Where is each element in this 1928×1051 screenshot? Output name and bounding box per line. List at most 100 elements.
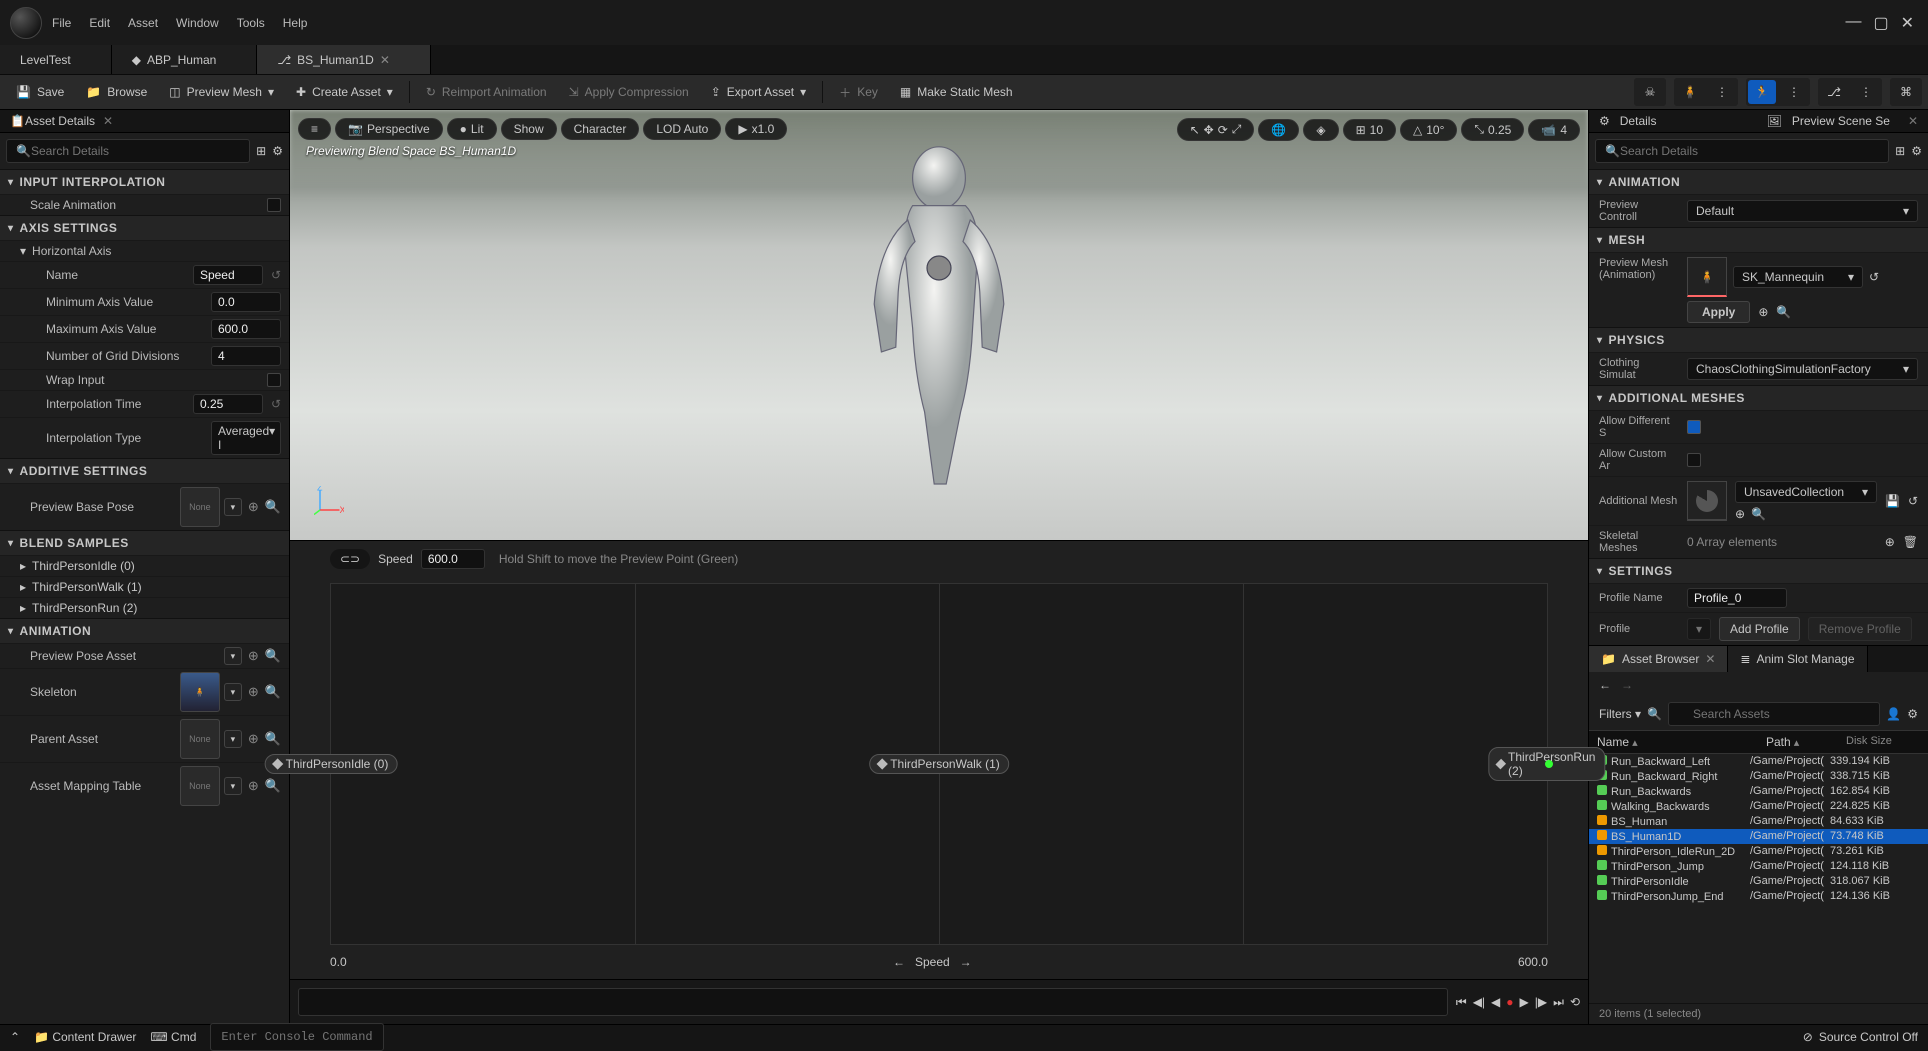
reimport-button[interactable]: ↻Reimport Animation xyxy=(416,81,557,103)
section-input-interpolation[interactable]: ▾INPUT INTERPOLATION xyxy=(0,169,289,194)
tab-details[interactable]: Details xyxy=(1620,114,1657,128)
search-details-input[interactable] xyxy=(6,139,250,163)
close-icon[interactable]: ✕ xyxy=(1901,13,1914,33)
col-size[interactable]: Disk Size xyxy=(1838,731,1928,753)
source-control-button[interactable]: Source Control Off xyxy=(1819,1030,1918,1044)
content-drawer-button[interactable]: 📁 Content Drawer xyxy=(34,1030,136,1044)
menu-tools[interactable]: Tools xyxy=(237,16,265,30)
reset-icon[interactable]: ↺ xyxy=(271,397,281,411)
dropdown-icon[interactable]: ⋮ xyxy=(1708,80,1736,104)
reset-icon[interactable]: ↺ xyxy=(1869,270,1879,284)
rotation-snap[interactable]: △10° xyxy=(1400,119,1457,141)
console-input[interactable] xyxy=(210,1023,384,1051)
gear-icon[interactable]: ⚙ xyxy=(272,144,283,158)
browse-to-icon[interactable]: 🔍 xyxy=(265,648,281,664)
playback-speed-dropdown[interactable]: ▶x1.0 xyxy=(725,118,787,140)
maximize-icon[interactable]: ▢ xyxy=(1873,13,1888,33)
blend-point-0[interactable]: ThirdPersonIdle (0) xyxy=(265,754,398,774)
asset-thumbnail[interactable]: None xyxy=(180,766,220,806)
asset-row[interactable]: ThirdPerson_Jump/Game/Project(124.118 Ki… xyxy=(1589,859,1928,874)
speed-input[interactable] xyxy=(421,549,485,569)
gear-icon[interactable]: ⚙ xyxy=(1907,707,1918,721)
asset-table-body[interactable]: Run_Backward_Left/Game/Project(339.194 K… xyxy=(1589,754,1928,1003)
asset-picker-dropdown[interactable]: ▾ xyxy=(224,498,242,516)
mesh-thumbnail[interactable] xyxy=(1687,481,1727,521)
browse-to-icon[interactable]: 🔍 xyxy=(265,731,281,747)
search-assets-input[interactable] xyxy=(1668,702,1880,726)
browse-to-icon[interactable]: 🔍 xyxy=(265,499,281,515)
snap-toggle[interactable]: ◈ xyxy=(1303,119,1338,141)
preview-mesh-button[interactable]: ◫Preview Mesh▾ xyxy=(159,81,284,103)
blend-sample-0[interactable]: ▸ThirdPersonIdle (0) xyxy=(0,555,289,576)
play-reverse-icon[interactable]: ◀ xyxy=(1491,995,1500,1009)
view-options-icon[interactable]: ⊞ xyxy=(1895,144,1905,158)
character-dropdown[interactable]: Character xyxy=(561,118,640,140)
preview-drive-toggle[interactable]: ⊂⊃ xyxy=(330,549,370,569)
gear-icon[interactable]: ⚙ xyxy=(1911,144,1922,158)
tab-asset-browser[interactable]: 📁Asset Browser✕ xyxy=(1589,646,1728,672)
asset-thumbnail[interactable]: None xyxy=(180,487,220,527)
use-selected-icon[interactable]: ⊕ xyxy=(248,731,259,747)
use-selected-icon[interactable]: ⊕ xyxy=(1758,305,1768,319)
asset-row[interactable]: ThirdPersonIdle/Game/Project(318.067 KiB xyxy=(1589,874,1928,889)
timeline-scrubber[interactable] xyxy=(298,988,1448,1016)
close-icon[interactable]: ✕ xyxy=(103,114,113,128)
section-animation[interactable]: ▾ANIMATION xyxy=(0,618,289,643)
step-back-icon[interactable]: ◀| xyxy=(1473,995,1485,1009)
view-options-icon[interactable]: ⊞ xyxy=(256,144,266,158)
asset-row[interactable]: BS_Human1D/Game/Project(73.748 KiB xyxy=(1589,829,1928,844)
make-static-mesh-button[interactable]: ▦Make Static Mesh xyxy=(890,81,1023,103)
show-dropdown[interactable]: Show xyxy=(501,118,557,140)
viewport-menu-button[interactable]: ≡ xyxy=(298,118,331,140)
asset-row[interactable]: Run_Backwards/Game/Project(162.854 KiB xyxy=(1589,784,1928,799)
asset-thumbnail[interactable]: None xyxy=(180,719,220,759)
reset-icon[interactable]: ↺ xyxy=(271,268,281,282)
viewport[interactable]: ≡ 📷Perspective ●Lit Show Character LOD A… xyxy=(290,110,1588,540)
collection-dropdown[interactable]: UnsavedCollection▾ xyxy=(1735,481,1877,503)
tab-abp-human[interactable]: ◆ABP_Human xyxy=(112,45,258,74)
skeleton-mode-icon[interactable]: ☠ xyxy=(1636,80,1664,104)
asset-row[interactable]: Run_Backward_Right/Game/Project(338.715 … xyxy=(1589,769,1928,784)
tab-anim-slot-manager[interactable]: ≣Anim Slot Manage xyxy=(1728,646,1867,672)
clothing-sim-dropdown[interactable]: ChaosClothingSimulationFactory▾ xyxy=(1687,358,1918,380)
save-icon[interactable]: 💾 xyxy=(1885,494,1900,508)
key-button[interactable]: ＋Key xyxy=(829,80,888,105)
axis-name-input[interactable] xyxy=(193,265,263,285)
apply-compression-button[interactable]: ⇲Apply Compression xyxy=(559,81,699,103)
section-settings-r[interactable]: ▾SETTINGS xyxy=(1589,558,1928,583)
asset-picker-dropdown[interactable]: ▾ xyxy=(224,777,242,795)
step-forward-icon[interactable]: |▶ xyxy=(1535,995,1547,1009)
section-animation-r[interactable]: ▾ANIMATION xyxy=(1589,169,1928,194)
to-start-icon[interactable]: ⏮ xyxy=(1456,995,1467,1010)
mesh-thumbnail[interactable]: 🧍 xyxy=(1687,257,1727,297)
menu-help[interactable]: Help xyxy=(283,16,308,30)
interp-type-dropdown[interactable]: Averaged I▾ xyxy=(211,421,281,455)
prop-horizontal-axis[interactable]: ▾Horizontal Axis xyxy=(0,240,289,261)
create-asset-button[interactable]: ✚Create Asset▾ xyxy=(286,81,403,103)
user-filter-icon[interactable]: 👤 xyxy=(1886,707,1901,721)
checkbox-checked[interactable] xyxy=(1687,420,1701,434)
perspective-dropdown[interactable]: 📷Perspective xyxy=(335,118,443,140)
checkbox[interactable] xyxy=(1687,453,1701,467)
expand-icon[interactable]: ⌃ xyxy=(10,1030,20,1044)
preview-controller-dropdown[interactable]: Default▾ xyxy=(1687,200,1918,222)
interp-time-input[interactable] xyxy=(193,394,263,414)
asset-row[interactable]: BS_Human/Game/Project(84.633 KiB xyxy=(1589,814,1928,829)
browse-to-icon[interactable]: 🔍 xyxy=(265,778,281,794)
grid-snap[interactable]: ⊞10 xyxy=(1343,119,1396,141)
filters-dropdown[interactable]: Filters ▾ xyxy=(1599,707,1641,721)
grid-div-input[interactable] xyxy=(211,346,281,366)
blend-point-1[interactable]: ThirdPersonWalk (1) xyxy=(869,754,1009,774)
browse-button[interactable]: 📁Browse xyxy=(76,81,157,103)
details-scroll[interactable]: ▾INPUT INTERPOLATION Scale Animation ▾AX… xyxy=(0,169,289,1024)
section-mesh-r[interactable]: ▾MESH xyxy=(1589,227,1928,252)
animation-mode-icon[interactable]: 🏃 xyxy=(1748,80,1776,104)
browse-to-icon[interactable]: 🔍 xyxy=(1751,507,1766,521)
browse-to-icon[interactable]: 🔍 xyxy=(265,684,281,700)
camera-speed[interactable]: 📹4 xyxy=(1528,119,1580,141)
max-axis-input[interactable] xyxy=(211,319,281,339)
record-icon[interactable]: ● xyxy=(1506,995,1513,1009)
profile-name-input[interactable] xyxy=(1687,588,1787,608)
checkbox[interactable] xyxy=(267,373,281,387)
section-axis-settings[interactable]: ▾AXIS SETTINGS xyxy=(0,215,289,240)
